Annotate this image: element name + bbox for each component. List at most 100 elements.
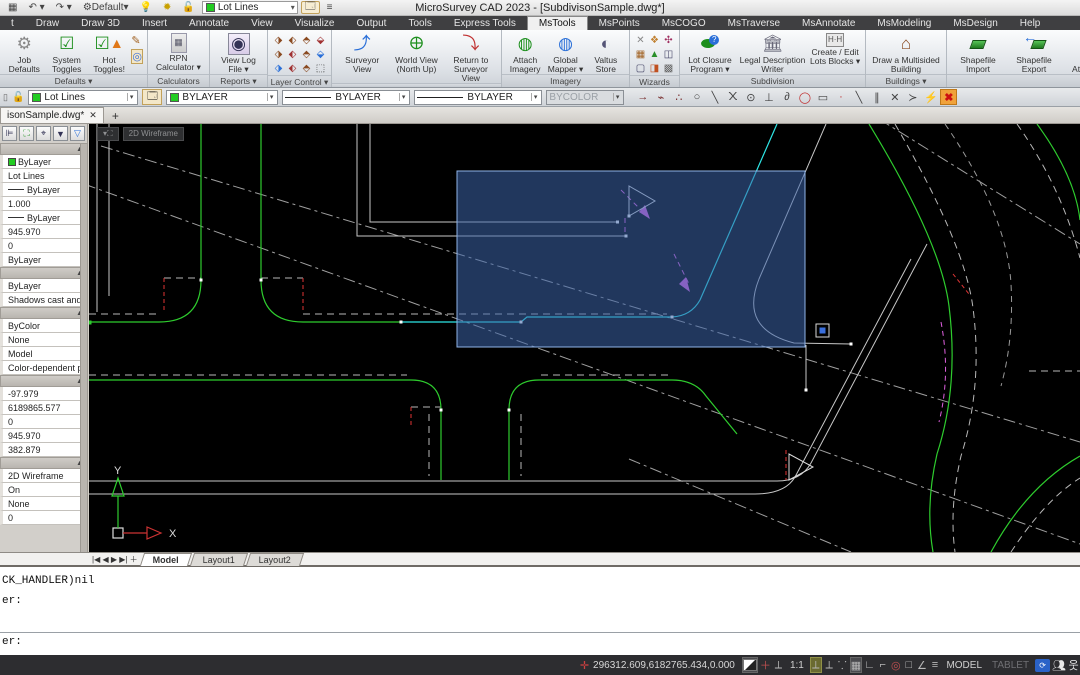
annotation-scale-icon[interactable]: ⟂ (824, 657, 835, 673)
prop-shadow[interactable]: Shadows cast and re... (0, 293, 87, 307)
update-badge-icon[interactable]: ⟳ (1035, 657, 1050, 673)
document-tab[interactable]: isonSample.dwg* ✕ (0, 107, 104, 123)
hot-toggles-button[interactable]: ☑▲Hot Toggles! (89, 32, 129, 74)
layer-tool-icon[interactable]: ⬗ (272, 34, 285, 47)
wizard-tool-icon[interactable]: ✕ (634, 34, 647, 47)
layout-tab-nav[interactable]: |◀ ◀ ▶ ▶| ＋ (0, 554, 142, 565)
redo-button[interactable]: ↷ ▾ (52, 1, 76, 14)
menu-item-msannotate[interactable]: MsAnnotate (791, 16, 866, 30)
section-header-3d[interactable]: ▲ (0, 267, 87, 279)
menu-item-help[interactable]: Help (1009, 16, 1052, 30)
layer-properties-icon[interactable]: 🗔 (301, 1, 320, 14)
lineweight-display-icon[interactable]: ≡ (929, 657, 940, 673)
snap-temp-icon[interactable]: ∴ (670, 89, 687, 105)
ortho-mode-icon[interactable]: ⌐ (877, 657, 888, 673)
legal-description-writer-button[interactable]: 🏛︎Legal Description Writer (738, 32, 807, 74)
tracking-icon[interactable]: ＋ (760, 657, 771, 673)
prop-center-y[interactable]: 6189865.577 (0, 401, 87, 415)
object-snap-icon[interactable]: □ (903, 657, 914, 673)
layer-tool-icon[interactable]: ⬘ (300, 48, 313, 61)
wizard-tool-icon[interactable]: ◨ (648, 62, 661, 75)
toolbar-overflow-icon[interactable]: ≡ (323, 1, 337, 14)
grid-display-icon[interactable]: ▦ (850, 657, 862, 673)
snap-node-icon[interactable]: · (832, 89, 849, 105)
global-mapper-button[interactable]: ◍Global Mapper ▾ (546, 32, 584, 74)
prop-ucs-name[interactable]: None (0, 497, 87, 511)
snap-none-icon[interactable]: ✖ (940, 89, 957, 105)
snap-intersection-icon[interactable]: ᙭ (724, 89, 741, 105)
group-label-imagery[interactable]: Imagery (502, 74, 629, 87)
wizard-tool-icon[interactable]: ▦ (634, 48, 647, 61)
target-tool-icon[interactable]: ◎ (131, 49, 143, 64)
menu-item-draw[interactable]: Draw (25, 16, 70, 30)
prop-elevation[interactable]: 0 (0, 239, 87, 253)
wizard-tool-icon[interactable]: ✣ (662, 34, 675, 47)
prop-plotstyle[interactable]: ByColor (0, 319, 87, 333)
layer-manager-button[interactable]: 🗔 (142, 89, 162, 105)
menu-item-mstraverse[interactable]: MsTraverse (717, 16, 791, 30)
annotation-visibility-icon[interactable]: ⟂ (810, 657, 822, 673)
user-profile-icon[interactable]: 웃 (1068, 657, 1079, 673)
filter-icon[interactable]: ▼ (53, 126, 68, 141)
wizard-tool-icon[interactable]: ▩ (662, 62, 675, 75)
lot-closure-program-button[interactable]: ⬬?Lot Closure Program ▾ (684, 32, 736, 74)
return-surveyor-view-button[interactable]: ⤵Return to Surveyor View (445, 32, 497, 83)
layer-tool-icon[interactable]: ⬖ (286, 62, 299, 75)
create-edit-lots-blocks-button[interactable]: H·HCreate / Edit Lots Blocks ▾ (809, 32, 861, 66)
prop-lineweight[interactable]: ByLayer (0, 211, 87, 225)
snap-perpendicular-icon[interactable]: ⊥ (760, 89, 777, 105)
snap-midpoint-icon[interactable]: ╲ (706, 89, 723, 105)
prop-plot-table-type[interactable]: Color-dependent print... (0, 361, 87, 375)
group-label-reports[interactable]: Reports ▾ (210, 74, 267, 87)
prop-plotstyle-table[interactable]: None (0, 333, 87, 347)
menu-item-express-tools[interactable]: Express Tools (443, 16, 527, 30)
snap-quadrant-icon[interactable]: ◯ (796, 89, 813, 105)
visual-style-label[interactable]: 2D Wireframe (123, 127, 184, 141)
menu-item-mscogo[interactable]: MsCOGO (651, 16, 717, 30)
prop-3d-material[interactable]: ByLayer (0, 279, 87, 293)
section-header-general[interactable]: ▲ (0, 143, 87, 155)
group-label-wizards[interactable]: Wizards (630, 75, 679, 87)
group-label-buildings[interactable]: Buildings ▾ (866, 74, 946, 87)
world-view-button[interactable]: 🜨World View (North Up) (390, 32, 442, 74)
linetype-combo[interactable]: BYLAYER▾ (282, 90, 410, 105)
section-header-misc[interactable]: ▲ (0, 457, 87, 469)
viewport-menu-icon[interactable]: ▾⛶ (97, 127, 119, 141)
select-objects-icon[interactable]: ⌖ (36, 126, 51, 141)
command-history[interactable]: CK_HANDLER)nil er: (0, 567, 1080, 633)
filter-attributes-button[interactable]: ▽Filter Attributes (1063, 32, 1080, 74)
snap-insertion-icon[interactable]: ▭ (814, 89, 831, 105)
shapefile-export-button[interactable]: ←Shapefile Export (1007, 32, 1061, 74)
snap-mode-icon[interactable]: ∟ (864, 657, 875, 673)
surveyor-view-button[interactable]: ⤴Surveyor View (336, 32, 388, 74)
color-combo[interactable]: BYLAYER▾ (166, 90, 278, 105)
pencil-icon[interactable]: ✎ (131, 34, 143, 47)
layer-tool-icon[interactable]: ⬗ (272, 48, 285, 61)
group-label-gis[interactable]: GIS (947, 74, 1080, 87)
menu-item-output[interactable]: Output (345, 16, 397, 30)
prop-plot-table-attached[interactable]: Model (0, 347, 87, 361)
section-header-view[interactable]: ▲ (0, 375, 87, 387)
snap-endpoint-icon[interactable]: ○ (688, 89, 705, 105)
menu-item-insert[interactable]: Insert (131, 16, 178, 30)
shapefile-import-button[interactable]: Shapefile Import (951, 32, 1005, 74)
prop-ucs-icon-on[interactable]: On (0, 483, 87, 497)
close-tab-icon[interactable]: ✕ (89, 110, 97, 121)
layer-tool-icon[interactable]: ⬘ (300, 34, 313, 47)
group-label-layer-control[interactable]: Layer Control ▾ (268, 75, 331, 87)
wizard-tool-icon[interactable]: ❖ (648, 34, 661, 47)
entity-list-icon[interactable]: ⊫ (2, 126, 17, 141)
layer-tool-icon[interactable]: ⬙ (314, 48, 327, 61)
current-layer-combo[interactable]: Lot Lines▾ (202, 1, 298, 14)
tab-layout1[interactable]: Layout1 (190, 553, 248, 566)
menu-item-msmodeling[interactable]: MsModeling (866, 16, 942, 30)
snap-tangent-icon[interactable]: ∂ (778, 89, 795, 105)
snap-extension-icon[interactable]: ≻ (904, 89, 921, 105)
polar-tracking-icon[interactable]: ◎ (890, 657, 901, 673)
scale-label[interactable]: 1:1 (790, 660, 804, 671)
ucs-toggle-icon[interactable]: ⟂ (773, 657, 784, 673)
job-defaults-button[interactable]: ⚙Job Defaults (4, 32, 44, 74)
layer-tool-icon[interactable]: ⬘ (300, 62, 313, 75)
attach-imagery-button[interactable]: ◍Attach Imagery (506, 32, 544, 74)
snap-quick-icon[interactable]: ⚡ (922, 89, 939, 105)
